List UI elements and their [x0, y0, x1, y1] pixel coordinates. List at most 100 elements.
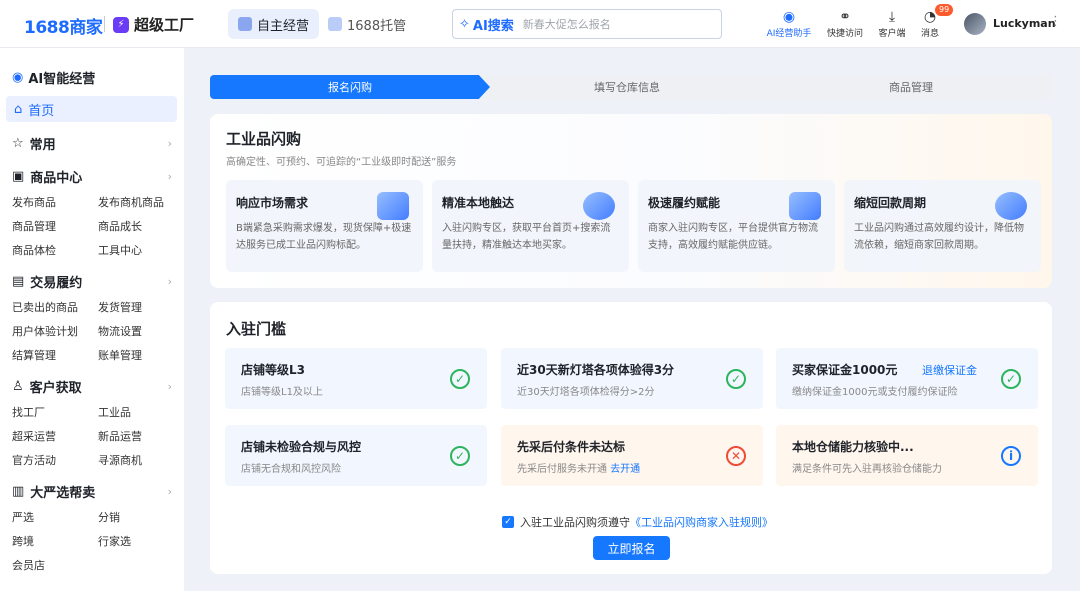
sidebar-link[interactable]: 商品管理 [12, 218, 56, 234]
sidebar-section-trade[interactable]: ▤ 交易履约 › [12, 272, 172, 291]
coin-icon [995, 192, 1027, 220]
requirement-item: 买家保证金1000元 退缴保证金 缴纳保证金1000元或支付履约保证险 ✓ [776, 348, 1038, 409]
sidebar-item-home[interactable]: ⌂ 首页 [6, 96, 177, 122]
sidebar-link[interactable]: 行家选 [98, 533, 131, 549]
sidebar-link[interactable]: 发布商机商品 [98, 194, 164, 210]
super-factory-logo[interactable]: ⚡ 超级工厂 [113, 14, 194, 35]
requirement-title: 近30天新灯塔各项体验得3分 [517, 363, 675, 377]
check-circle-icon: ✓ [726, 369, 746, 389]
apply-button[interactable]: 立即报名 [593, 536, 670, 560]
chevron-right-icon: › [167, 380, 172, 393]
feature-card: 缩短回款周期 工业品闪购通过高效履约设计，降低物流依赖，缩短商家回款周期。 [844, 180, 1041, 272]
sidebar-link[interactable]: 分销 [98, 509, 120, 525]
check-circle-icon: ✓ [1001, 369, 1021, 389]
sidebar-section-selection[interactable]: ▥ 大严选帮卖 › [12, 482, 172, 501]
requirement-title: 本地仓储能力核验中... [792, 440, 914, 454]
threshold-card: 入驻门槛 店铺等级L3 店铺等级L1及以上 ✓ 近30天新灯塔各项体验得3分 近… [210, 302, 1052, 574]
check-circle-icon: ✓ [450, 446, 470, 466]
agreement-checkbox[interactable]: ✓ [502, 516, 514, 528]
avatar[interactable] [964, 13, 986, 35]
sidebar-link[interactable]: 结算管理 [12, 347, 56, 363]
tool-label: 客户端 [878, 29, 906, 39]
site-logo[interactable]: 1688商家 [24, 13, 103, 38]
sub-brand-label: 超级工厂 [134, 16, 195, 34]
sidebar-title: ◉ AI智能经营 [12, 70, 96, 87]
store-icon [238, 17, 252, 31]
requirement-desc: 满足条件可先入驻再核验仓储能力 [792, 464, 942, 475]
sidebar-link[interactable]: 会员店 [12, 557, 45, 573]
list-icon: ▥ [12, 484, 25, 499]
rules-link[interactable]: 《工业品闪购商家入驻规则》 [630, 514, 773, 530]
star-icon: ☆ [12, 136, 24, 151]
requirement-item: 本地仓储能力核验中... 满足条件可先入驻再核验仓储能力 i [776, 425, 1038, 486]
feature-card: 极速履约赋能 商家入驻闪购专区，平台提供官方物流支持，高效履约赋能供应链。 [638, 180, 835, 272]
sidebar-link[interactable]: 发布商品 [12, 194, 56, 210]
sidebar-section-common[interactable]: ☆ 常用 › [12, 134, 172, 153]
feature-desc: 工业品闪购通过高效履约设计，降低物流依赖，缩短商家回款周期。 [854, 223, 1024, 251]
search-input[interactable]: ✧ AI搜索 新春大促怎么报名 [452, 9, 722, 39]
more-menu-icon[interactable]: ⋮ [1049, 14, 1062, 29]
sidebar-section-customers[interactable]: ♙ 客户获取 › [12, 377, 172, 396]
requirement-title: 店铺未检验合规与风控 [241, 440, 362, 454]
requirement-desc: 近30天灯塔各项体检得分>2分 [517, 387, 655, 398]
intro-card: 工业品闪购 高确定性、可预约、可追踪的“工业级即时配送”服务 响应市场需求 B端… [210, 114, 1052, 288]
requirement-item: 店铺等级L3 店铺等级L1及以上 ✓ [225, 348, 487, 409]
feature-card: 响应市场需求 B端紧急采购需求爆发，现货保障+极速达服务已成工业品闪购标配。 [226, 180, 423, 272]
intro-title: 工业品闪购 [226, 130, 302, 148]
sidebar-link[interactable]: 商品成长 [98, 218, 142, 234]
link-icon: ⚭ [839, 9, 851, 25]
quick-access-button[interactable]: ⚭ 快捷访问 [822, 8, 868, 39]
sidebar-link[interactable]: 超采运营 [12, 428, 56, 444]
tab-self-operated[interactable]: 自主经营 [228, 9, 320, 39]
managed-icon [328, 17, 342, 31]
search-placeholder: 新春大促怎么报名 [522, 18, 611, 31]
ai-robot-icon: ◉ [12, 70, 24, 85]
feature-card: 精准本地触达 入驻闪购专区，获取平台首页+搜索流量扶持，精准触达本地买家。 [432, 180, 629, 272]
sidebar-link[interactable]: 新品运营 [98, 428, 142, 444]
chevron-right-icon: › [167, 485, 172, 498]
feature-desc: B端紧急采购需求爆发，现货保障+极速达服务已成工业品闪购标配。 [236, 223, 412, 251]
logo-divider [104, 16, 105, 32]
chevron-right-icon: › [167, 170, 172, 183]
ai-assistant-button[interactable]: ◉ AI经营助手 [766, 8, 812, 39]
chart-icon [789, 192, 821, 220]
sidebar-link[interactable]: 工业品 [98, 404, 131, 420]
sidebar-link[interactable]: 官方活动 [12, 452, 56, 468]
home-icon: ⌂ [14, 101, 23, 117]
requirement-desc: 店铺无合规和风控风险 [241, 464, 341, 475]
user-icon: ♙ [12, 379, 24, 394]
requirement-desc: 店铺等级L1及以上 [241, 387, 323, 398]
sidebar-link[interactable]: 已卖出的商品 [12, 299, 78, 315]
requirement-title: 先采后付条件未达标 [517, 440, 626, 454]
sidebar-link[interactable]: 找工厂 [12, 404, 45, 420]
refund-deposit-link[interactable]: 退缴保证金 [922, 362, 977, 378]
messages-button[interactable]: ◔ 99 消息 [907, 4, 954, 39]
sidebar-link[interactable]: 寻源商机 [98, 452, 142, 468]
error-circle-icon: ✕ [726, 446, 746, 466]
requirement-item: 店铺未检验合规与风控 店铺无合规和风控风险 ✓ [225, 425, 487, 486]
info-circle-icon: i [1001, 446, 1021, 466]
chevron-right-icon: › [167, 275, 172, 288]
progress-steps: 报名闪购 填写仓库信息 商品管理 [210, 75, 1052, 99]
sidebar-link[interactable]: 发货管理 [98, 299, 142, 315]
agreement-text: 入驻工业品闪购须遵守 [520, 516, 630, 529]
tab-managed[interactable]: 1688托管 [318, 9, 416, 39]
requirement-desc: 先采后付服务未开通 去开通 [517, 464, 641, 475]
requirement-item: 近30天新灯塔各项体验得3分 近30天灯塔各项体检得分>2分 ✓ [501, 348, 763, 409]
requirement-desc: 缴纳保证金1000元或支付履约保证险 [792, 387, 958, 398]
sidebar-link[interactable]: 工具中心 [98, 242, 142, 258]
tool-label: 快捷访问 [826, 29, 863, 39]
feature-title: 极速履约赋能 [648, 196, 721, 210]
sidebar-link[interactable]: 物流设置 [98, 323, 142, 339]
sidebar-link[interactable]: 跨境 [12, 533, 34, 549]
sidebar-link[interactable]: 商品体检 [12, 242, 56, 258]
sidebar-link[interactable]: 账单管理 [98, 347, 142, 363]
sidebar-link[interactable]: 严选 [12, 509, 34, 525]
threshold-title: 入驻门槛 [226, 320, 287, 338]
sidebar-section-products[interactable]: ▣ 商品中心 › [12, 167, 172, 186]
enable-link[interactable]: 去开通 [610, 464, 640, 475]
ai-search-label: ✧ AI搜索 [459, 16, 514, 34]
sidebar-link[interactable]: 用户体验计划 [12, 323, 78, 339]
feature-title: 响应市场需求 [236, 196, 309, 210]
username[interactable]: Luckyman [993, 17, 1056, 30]
